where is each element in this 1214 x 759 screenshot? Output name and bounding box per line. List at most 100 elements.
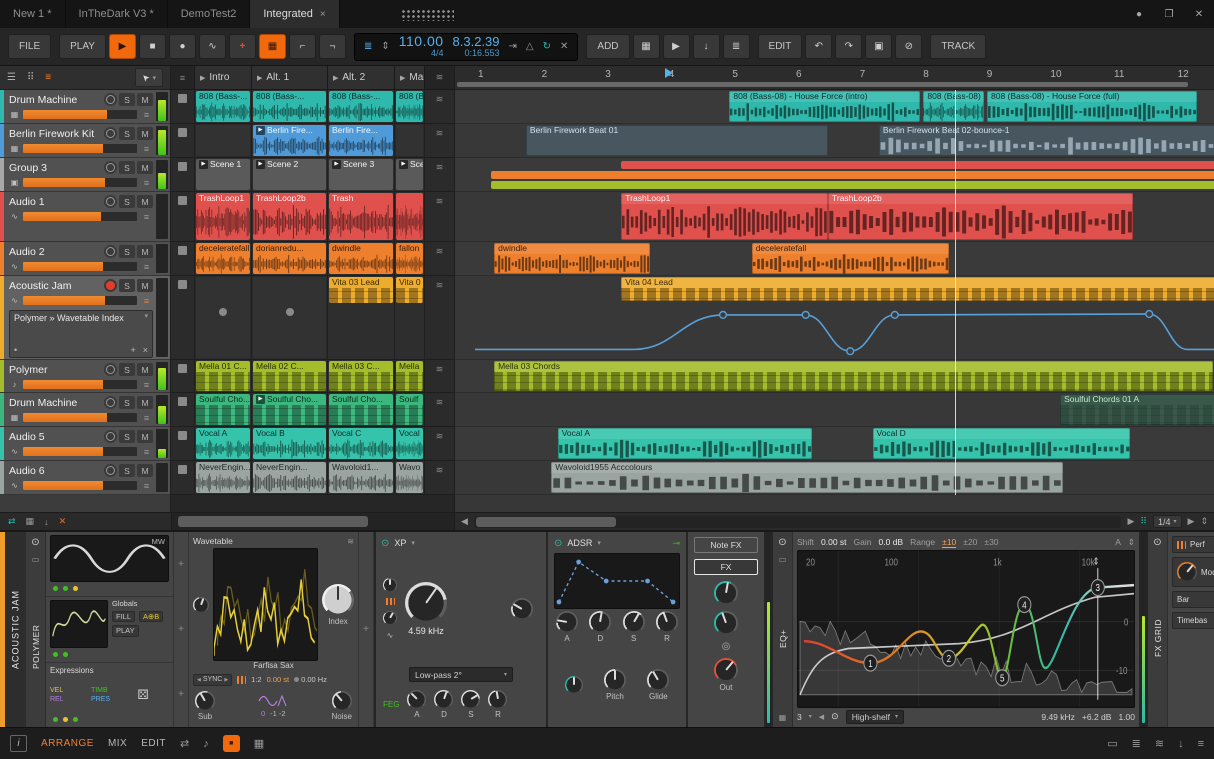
wavetable-blend-knob[interactable] [193,596,209,613]
launcher-clip[interactable]: Soulful Cho... [196,394,250,425]
eq-prev-band-button[interactable]: ◀ [819,713,824,721]
sub-knob[interactable] [195,691,215,711]
eq-band-node[interactable]: 1 [863,654,878,672]
volume-fader[interactable] [23,447,137,456]
active-tool-button[interactable]: ■ [222,735,240,752]
lane-options-icon[interactable]: ≋ [425,393,454,426]
sub-octave-options[interactable]: -1 -2 [270,709,285,718]
mod-delay-knob[interactable] [1177,562,1197,582]
launcher-scroll-thumb[interactable] [178,516,368,527]
arranger-track-lane[interactable]: 808 (Bass-08) - House Force (intro) 808 (… [455,90,1214,124]
scene-play-icon[interactable]: ▶ [200,74,205,82]
tap-tempo-icon[interactable]: ⇕ [381,41,389,52]
note-editor-icon[interactable]: ♪ [203,738,209,750]
mix-view-button[interactable]: MIX [108,738,127,749]
track-header-row[interactable]: Group 3 S M ▣ ≡ [0,158,170,192]
eq-spectrum-display[interactable]: 1 2 3 4 5 20 100 1k 10k 0 -10 ⇕ [797,550,1135,708]
adsr-attack-knob[interactable] [556,611,578,633]
fxgrid-module-mod-delay[interactable]: Mod De [1172,557,1214,587]
launcher-clip[interactable]: Mella 01 C... [196,361,250,391]
scene-play-icon[interactable]: ▶ [400,74,405,82]
project-tab[interactable]: DemoTest2 [168,0,251,28]
launcher-clip[interactable]: Mella 02 C... [253,361,326,391]
timeline-ruler[interactable]: 1 2 3 4 5 6 7 8 9 10 11 12 [455,66,1214,90]
wavetable-display[interactable] [213,548,318,661]
filter-attack-knob[interactable] [407,689,427,709]
glide-knob[interactable] [647,668,670,691]
volume-fader[interactable] [23,481,137,490]
record-arm-button[interactable] [104,93,117,106]
playhead-position-value[interactable]: 8.3.2.39 [453,35,500,49]
primary-device-selector[interactable]: Polymer » Wavetable Index ▾ [14,313,148,324]
scroll-left-button[interactable]: ◀ [461,516,468,527]
launcher-clip[interactable]: fallon [396,243,423,274]
clip-slot[interactable]: 808 (Bass-... [328,90,395,123]
dice-icon[interactable]: ⚄ [137,687,169,703]
solo-button[interactable]: S [119,245,135,258]
clip-stop-button[interactable] [171,124,195,157]
arranger-clip[interactable]: 808 (Bass-08) [923,91,984,122]
launcher-clip[interactable]: Berlin Fire... [329,125,393,156]
record-arm-button[interactable] [104,195,117,208]
stop-button[interactable]: ■ [138,34,166,59]
mixer-strips-icon[interactable]: ≡ [45,72,51,83]
lane-options-icon[interactable]: ≋ [425,90,454,123]
launcher-clip[interactable]: NeverEngin... [196,462,250,493]
lane-options-icon[interactable]: ≋ [425,242,454,275]
volume-fader[interactable] [23,212,137,221]
track-name[interactable]: Audio 6 [9,465,102,477]
clip-stop-button[interactable] [171,360,195,392]
mute-button[interactable]: M [137,245,153,258]
timb-expression[interactable]: TIMB [91,687,130,694]
launcher-clip[interactable]: ▶Scen [396,159,423,190]
track-name[interactable]: Drum Machine [9,397,102,409]
launcher-clip[interactable]: ▶ Soulful Cho... [253,394,326,425]
clip-slot[interactable]: Wavoloid1... [328,461,395,494]
record-button[interactable]: ● [168,34,196,59]
automation-lane[interactable] [455,303,1214,359]
loop-toggle-icon[interactable]: ↻ [543,41,551,52]
automation-point[interactable] [801,310,810,320]
launcher-clip[interactable]: Vocal [396,428,423,459]
automation-point[interactable] [890,310,899,320]
clip-slot[interactable]: ▶ Scene 3 [328,158,395,191]
launcher-scrollbar[interactable] [171,513,455,530]
track-header-row[interactable]: Audio 1 S M ∿ ≡ [0,192,170,242]
vel-expression[interactable]: VEL [50,687,84,694]
detune-value[interactable]: 0.00 st [267,675,290,684]
track-header-row[interactable]: Berlin Firework Kit S M ▦ ≡ [0,124,170,158]
record-arm-button[interactable] [104,396,117,409]
eq-band-node[interactable]: 4 [1017,596,1032,614]
clip-slot[interactable]: Vita 03 Lead [328,276,395,359]
adsr-decay-knob[interactable] [589,611,612,633]
playhead-time-value[interactable]: 0:16.553 [464,48,499,58]
close-window-icon[interactable]: ✕ [1184,0,1214,28]
eq-zoom-icon[interactable]: ⇕ [1128,537,1135,548]
eq-shift-value[interactable]: 0.00 st [821,537,847,547]
arranger-clip[interactable]: Vocal D [872,428,1131,459]
scene-header[interactable]: ▶ Alt. 2 [328,66,395,89]
arranger-clip[interactable]: Soulful Chords 01 A [1060,394,1214,425]
clip-stop-dot[interactable] [219,308,227,316]
fxgrid-module-timebase[interactable]: Timebas [1172,612,1214,629]
track-options-icon[interactable]: ≡ [140,178,153,188]
mute-button[interactable]: M [137,161,153,174]
clip-slot[interactable]: Soulf [395,393,425,426]
empty-clip-slot[interactable] [252,276,328,359]
add-effect-track-button[interactable]: ↓ [692,34,720,59]
arrange-view-button[interactable]: ARRANGE [41,738,94,749]
record-arm-button[interactable] [104,127,117,140]
close-tab-icon[interactable]: × [320,9,326,20]
display-profile-icon[interactable]: ▭ [1107,737,1117,750]
clip-slot[interactable]: Soulful Cho... [328,393,395,426]
filter-power-button[interactable]: ⊙ [381,538,389,549]
track-options-icon[interactable]: ≡ [140,481,153,491]
clip-stop-button[interactable] [171,242,195,275]
automation-point[interactable] [718,310,728,320]
solo-button[interactable]: S [119,279,135,292]
fxgrid-power-button[interactable]: ⊙ [1153,537,1161,548]
clip-stop-button[interactable] [171,461,195,494]
add-button[interactable]: ADD [586,34,630,59]
arranger-clip[interactable]: 808 (Bass-08) - House Force (full) [987,91,1197,122]
track-name[interactable]: Drum Machine [9,94,102,106]
